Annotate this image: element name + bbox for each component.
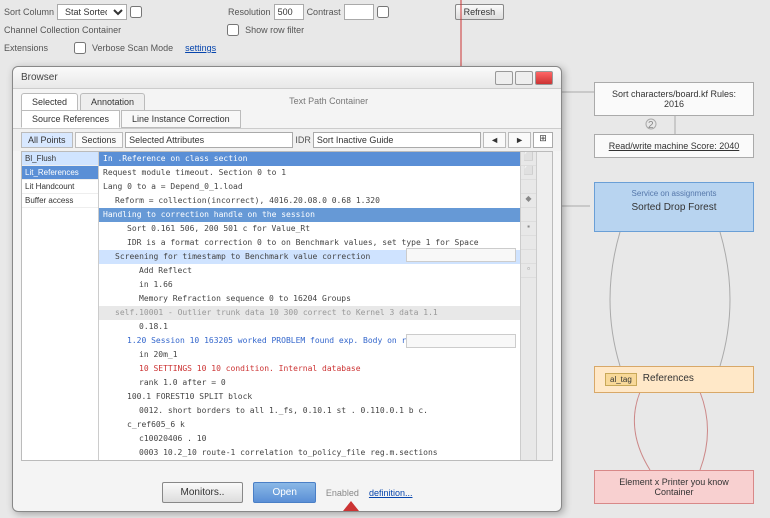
code-line[interactable]: 0.18.1	[99, 320, 520, 334]
refresh-button[interactable]: Refresh	[455, 4, 505, 20]
code-line[interactable]: 100.1 FOREST10 SPLIT block	[99, 390, 520, 404]
code-line[interactable]: Request module timeout. Section 0 to 1	[99, 166, 520, 180]
verbose-checkbox[interactable]	[74, 42, 86, 54]
input-box-1[interactable]	[406, 248, 516, 262]
code-line[interactable]: Sort 0.161 506, 200 501 c for Value_Rt	[99, 222, 520, 236]
tree-node[interactable]: Bl_Flush	[22, 152, 98, 166]
code-line[interactable]: c10020406 . 10	[99, 432, 520, 446]
definition-link[interactable]: definition...	[369, 488, 413, 498]
verbose-label: Verbose Scan Mode	[92, 43, 173, 53]
contrast-label: Contrast	[307, 7, 341, 17]
browser-dialog: Browser Selected Annotation Text Path Co…	[12, 66, 562, 512]
tab-correction[interactable]: Line Instance Correction	[121, 110, 241, 128]
dialog-title: Browser	[21, 72, 58, 83]
code-panel[interactable]: In .Reference on class sectionRequest mo…	[99, 152, 520, 460]
code-line[interactable]: c_ref605_6 k	[99, 418, 520, 432]
marker-gutter: ⬜⬜◆▪▫	[520, 152, 536, 460]
allpoints-button[interactable]: All Points	[21, 132, 73, 148]
code-line[interactable]: in 20m_1	[99, 348, 520, 362]
code-line[interactable]: Add Reflect	[99, 264, 520, 278]
rowfilter-checkbox[interactable]	[227, 24, 239, 36]
code-line[interactable]: In .Reference on class section	[99, 152, 520, 166]
scrollbar[interactable]	[536, 152, 552, 460]
contrast-checkbox[interactable]	[377, 6, 389, 18]
tab-source[interactable]: Source References	[21, 110, 120, 128]
arrow-icon	[343, 501, 359, 511]
flow-node-4-label: References	[643, 373, 694, 386]
flow-node-5[interactable]: Element x Printer you know Container	[594, 470, 754, 504]
titlebar[interactable]: Browser	[13, 67, 561, 89]
flow-tag: al_tag	[605, 373, 637, 386]
flow-node-4[interactable]: al_tag References	[594, 366, 754, 393]
rowfilter-label: Show row filter	[245, 25, 304, 35]
toolbar: All Points Sections IDR ◄ ► ⊞	[13, 128, 561, 151]
code-line[interactable]: Reform = collection(incorrect), 4016.20.…	[99, 194, 520, 208]
flow-node-3-line2: Sorted Drop Forest	[605, 202, 743, 213]
sort-select[interactable]: Stat Sorted	[57, 4, 127, 20]
caption-label: Channel Collection Container	[4, 25, 121, 35]
code-line[interactable]: 0003 10.2_10 route-1 correlation to_poli…	[99, 446, 520, 460]
next-button[interactable]: ►	[508, 132, 531, 148]
resolution-label: Resolution	[228, 7, 271, 17]
sections-button[interactable]: Sections	[75, 132, 124, 148]
idr-label: IDR	[295, 135, 311, 145]
tree-node[interactable]: Lit_References	[22, 166, 98, 180]
code-line[interactable]: Lang 0 to a = Depend_0_1.load	[99, 180, 520, 194]
tab-selected[interactable]: Selected	[21, 93, 78, 110]
subtitle: Text Path Container	[277, 94, 368, 110]
settings-link[interactable]: settings	[185, 43, 216, 53]
monitors-button[interactable]: Monitors..	[162, 482, 244, 503]
tree-node[interactable]: Buffer access	[22, 194, 98, 208]
resolution-input[interactable]	[274, 4, 304, 20]
tree-panel: Bl_FlushLit_ReferencesLit HandcountBuffe…	[22, 152, 99, 460]
input-box-2[interactable]	[406, 334, 516, 348]
code-line[interactable]: 0012. short borders to all 1._fs, 0.10.1…	[99, 404, 520, 418]
open-button[interactable]: Open	[253, 482, 315, 503]
sort-checkbox[interactable]	[130, 6, 142, 18]
enabled-label: Enabled	[326, 488, 359, 498]
code-line[interactable]: rank 1.0 after = 0	[99, 376, 520, 390]
code-line[interactable]: self.10001 - Outlier trunk data 10 300 c…	[99, 306, 520, 320]
flow-node-3[interactable]: Service on assignments Sorted Drop Fores…	[594, 182, 754, 232]
flow-node-3-line1: Service on assignments	[605, 189, 743, 198]
close-button[interactable]	[535, 71, 553, 85]
flow-node-2[interactable]: Read/write machine Score: 2040	[594, 134, 754, 158]
code-line[interactable]: 10 SETTINGS 10 10 condition. Internal da…	[99, 362, 520, 376]
sort-label: Sort Column	[4, 7, 54, 17]
contrast-input[interactable]	[344, 4, 374, 20]
extensions-label: Extensions	[4, 43, 48, 53]
minimize-button[interactable]	[495, 71, 513, 85]
svg-text:2: 2	[648, 120, 654, 131]
attributes-select[interactable]	[125, 132, 293, 148]
tree-node[interactable]: Lit Handcount	[22, 180, 98, 194]
code-line[interactable]: Memory Refraction sequence 0 to 16204 Gr…	[99, 292, 520, 306]
code-line[interactable]: Handling to correction handle on the ses…	[99, 208, 520, 222]
maximize-button[interactable]	[515, 71, 533, 85]
code-line[interactable]: in 1.66	[99, 278, 520, 292]
prev-button[interactable]: ◄	[483, 132, 506, 148]
guide-icon[interactable]: ⊞	[533, 132, 553, 148]
tab-annotation[interactable]: Annotation	[80, 93, 145, 110]
sort-guide-select[interactable]	[313, 132, 481, 148]
flow-node-1[interactable]: Sort characters/board.kf Rules: 2016	[594, 82, 754, 116]
